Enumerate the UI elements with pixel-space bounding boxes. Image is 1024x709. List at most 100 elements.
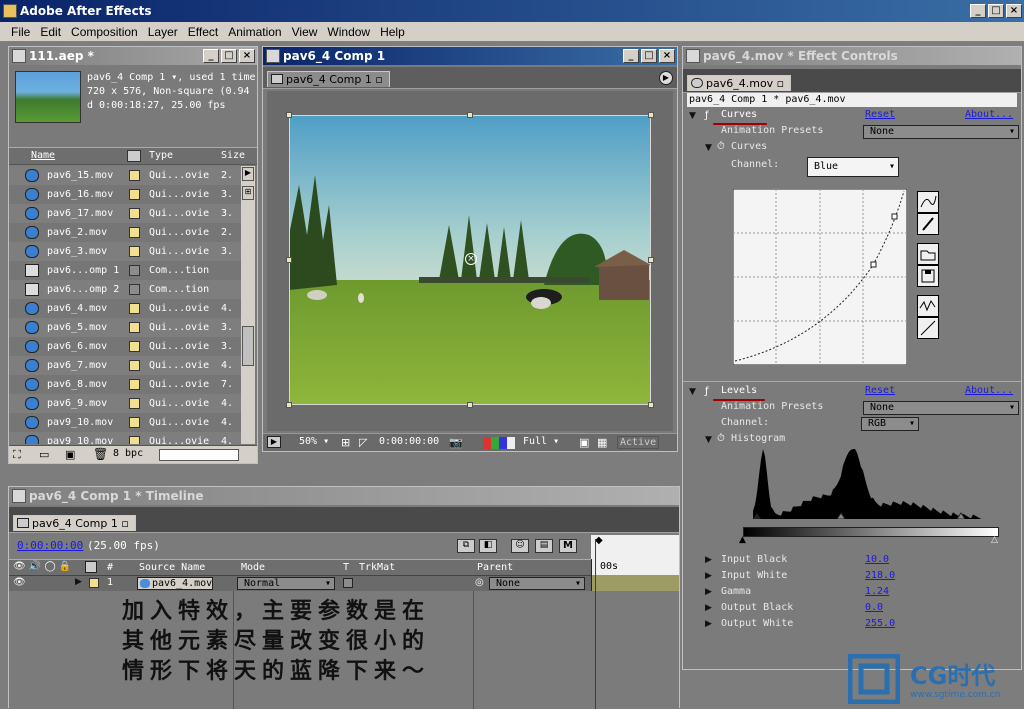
layer-label-color[interactable] bbox=[89, 578, 99, 588]
curves-about-link[interactable]: About... bbox=[965, 109, 1013, 120]
param-expand-toggle[interactable]: ▶ bbox=[705, 603, 712, 613]
param-value[interactable]: 218.0 bbox=[865, 570, 895, 581]
menu-view[interactable]: View bbox=[287, 22, 323, 42]
param-expand-toggle[interactable]: ▶ bbox=[705, 571, 712, 581]
scroll-right-arrow-icon[interactable]: ▶ bbox=[242, 167, 254, 181]
project-minimize-button[interactable]: _ bbox=[203, 49, 219, 63]
project-item[interactable]: pav6_2.mov Qui...ovie 2. bbox=[9, 223, 241, 242]
output-black-slider-icon[interactable]: ▲ bbox=[739, 535, 746, 545]
project-item[interactable]: pav6_6.mov Qui...ovie 3. bbox=[9, 337, 241, 356]
parent-pickwhip-icon[interactable]: ◎ bbox=[475, 577, 484, 588]
transparency-grid-icon[interactable]: ▦ bbox=[597, 436, 607, 449]
project-item[interactable]: pav9_10.mov Qui...ovie 4. bbox=[9, 432, 241, 444]
curve-tool-icon[interactable] bbox=[917, 191, 939, 213]
label-column-icon[interactable] bbox=[127, 150, 141, 162]
interpret-footage-icon[interactable]: ⛶ bbox=[13, 448, 21, 462]
effects-tab[interactable]: pav6_4.mov ▫ bbox=[687, 75, 792, 91]
comp-mini-flowchart-icon[interactable]: ⧉ bbox=[457, 539, 475, 553]
item-label-color[interactable] bbox=[129, 322, 140, 333]
smooth-curve-icon[interactable] bbox=[917, 295, 939, 317]
pencil-tool-icon[interactable] bbox=[917, 213, 939, 235]
active-camera-dropdown[interactable]: Active bbox=[617, 436, 660, 449]
trash-icon[interactable]: 🗑 bbox=[93, 447, 108, 461]
param-value[interactable]: 0.0 bbox=[865, 602, 883, 613]
project-close-button[interactable]: × bbox=[239, 49, 255, 63]
handle-ml[interactable] bbox=[286, 257, 292, 263]
levels-fx-icon[interactable]: ƒ bbox=[705, 386, 709, 397]
levels-reset-link[interactable]: Reset bbox=[865, 385, 895, 396]
levels-about-link[interactable]: About... bbox=[965, 385, 1013, 396]
project-maximize-button[interactable]: □ bbox=[221, 49, 237, 63]
levels-expand-toggle[interactable]: ▼ bbox=[689, 387, 696, 397]
frame-blending-icon[interactable]: ▤ bbox=[535, 539, 553, 553]
current-time-indicator[interactable] bbox=[595, 539, 596, 709]
new-comp-icon[interactable]: ▣ bbox=[65, 448, 75, 461]
curves-prop-toggle[interactable]: ▼ bbox=[705, 143, 712, 153]
item-label-color[interactable] bbox=[129, 189, 140, 200]
comp-minimize-button[interactable]: _ bbox=[623, 49, 639, 63]
resolution-dropdown[interactable]: Full ▾ bbox=[523, 436, 559, 447]
project-scrollbar[interactable]: ▶ ⊞ bbox=[241, 166, 255, 444]
item-label-color[interactable] bbox=[129, 303, 140, 314]
param-expand-toggle[interactable]: ▶ bbox=[705, 587, 712, 597]
layer-mode-dropdown[interactable]: Normal bbox=[237, 577, 335, 590]
time-ruler[interactable]: 00s bbox=[591, 559, 679, 575]
item-label-color[interactable] bbox=[129, 208, 140, 219]
project-item[interactable]: pav6_3.mov Qui...ovie 3. bbox=[9, 242, 241, 261]
curves-reset-link[interactable]: Reset bbox=[865, 109, 895, 120]
always-preview-icon[interactable]: ▶ bbox=[267, 436, 281, 448]
project-item[interactable]: pav6...omp 1 Com...tion bbox=[9, 261, 241, 280]
handle-tr[interactable] bbox=[648, 112, 654, 118]
item-label-color[interactable] bbox=[129, 246, 140, 257]
curves-channel-dropdown[interactable]: Blue bbox=[807, 157, 899, 177]
layer-duration-bar[interactable] bbox=[591, 575, 679, 591]
param-expand-toggle[interactable]: ▶ bbox=[705, 619, 712, 629]
project-item[interactable]: pav6...omp 2 Com...tion bbox=[9, 280, 241, 299]
project-hscroll[interactable] bbox=[159, 449, 239, 461]
layer-name[interactable]: pav6_4.mov bbox=[137, 577, 213, 590]
project-item[interactable]: pav6_5.mov Qui...ovie 3. bbox=[9, 318, 241, 337]
anchor-point-icon[interactable]: × bbox=[465, 253, 477, 265]
reset-curve-icon[interactable] bbox=[917, 317, 939, 339]
menu-help[interactable]: Help bbox=[375, 22, 410, 42]
menu-file[interactable]: File bbox=[6, 22, 35, 42]
timeline-timecode[interactable]: 0:00:00:00 bbox=[17, 539, 83, 552]
project-item[interactable]: pav6_7.mov Qui...ovie 4. bbox=[9, 356, 241, 375]
save-curve-icon[interactable] bbox=[917, 265, 939, 287]
item-label-color[interactable] bbox=[129, 360, 140, 371]
handle-tl[interactable] bbox=[286, 112, 292, 118]
item-label-color[interactable] bbox=[129, 379, 140, 390]
layer-row[interactable]: 👁 ▶ 1 pav6_4.mov Normal ◎ None bbox=[9, 575, 591, 594]
item-label-color[interactable] bbox=[129, 265, 140, 276]
item-label-color[interactable] bbox=[129, 436, 140, 444]
param-value[interactable]: 1.24 bbox=[865, 586, 889, 597]
zoom-dropdown[interactable]: 50% ▾ bbox=[299, 436, 329, 447]
layer-expand-toggle[interactable]: ▶ bbox=[75, 577, 82, 587]
curves-expand-toggle[interactable]: ▼ bbox=[689, 111, 696, 121]
item-label-color[interactable] bbox=[129, 227, 140, 238]
handle-mr[interactable] bbox=[648, 257, 654, 263]
handle-br[interactable] bbox=[648, 402, 654, 408]
comp-menu-arrow-icon[interactable]: ▶ bbox=[659, 71, 673, 85]
draft-3d-icon[interactable]: ◧ bbox=[479, 539, 497, 553]
project-item[interactable]: pav6_17.mov Qui...ovie 3. bbox=[9, 204, 241, 223]
fx-icon[interactable]: ƒ bbox=[705, 110, 709, 121]
channel-icon[interactable] bbox=[483, 437, 515, 449]
new-folder-icon[interactable]: ▭ bbox=[39, 448, 49, 461]
snapshot-icon[interactable]: 📷 bbox=[449, 436, 463, 449]
param-value[interactable]: 10.0 bbox=[865, 554, 889, 565]
comp-tab[interactable]: pav6_4 Comp 1 ▫ bbox=[267, 71, 390, 87]
time-navigator-start-icon[interactable]: ◆ bbox=[595, 535, 603, 546]
curves-graph[interactable] bbox=[733, 189, 907, 365]
safe-margins-icon[interactable]: ⊞ bbox=[341, 436, 350, 449]
project-item[interactable]: pav6_8.mov Qui...ovie 7. bbox=[9, 375, 241, 394]
preserve-transparency-checkbox[interactable] bbox=[343, 578, 353, 588]
histogram-stopwatch-icon[interactable]: ⏱ bbox=[717, 433, 725, 444]
stopwatch-icon[interactable]: ⏱ bbox=[717, 141, 725, 152]
menu-composition[interactable]: Composition bbox=[66, 22, 143, 42]
motion-blur-icon[interactable]: M bbox=[559, 539, 577, 553]
col-type-header[interactable]: Type bbox=[149, 150, 173, 161]
project-item[interactable]: pav6_4.mov Qui...ovie 4. bbox=[9, 299, 241, 318]
menu-window[interactable]: Window bbox=[322, 22, 375, 42]
comp-timecode[interactable]: 0:00:00:00 bbox=[379, 436, 439, 447]
